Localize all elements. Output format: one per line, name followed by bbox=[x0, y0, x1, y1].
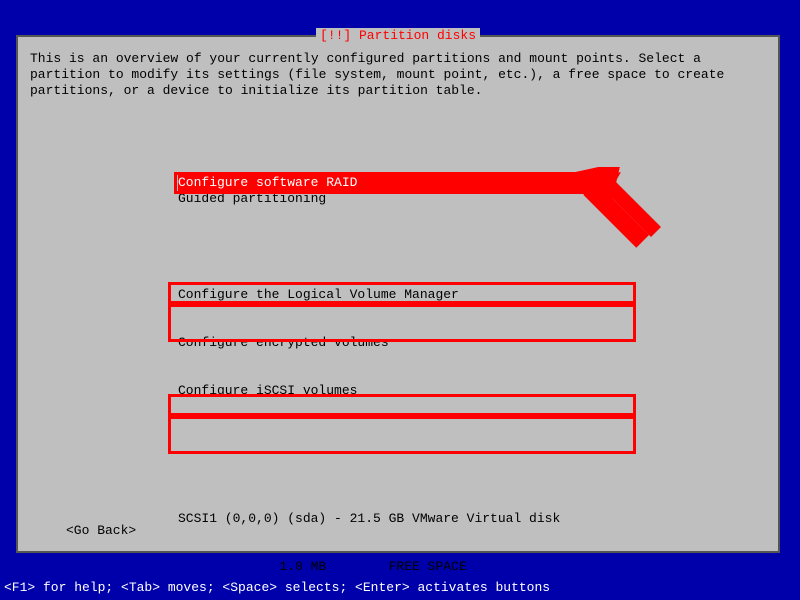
selected-highlight: Configure software RAID bbox=[178, 175, 594, 191]
dialog-title-bar: [!!] Partition disks bbox=[18, 28, 778, 44]
menu-item-configure-encrypted[interactable]: Configure encrypted volumes bbox=[178, 335, 766, 351]
help-footer-text: <F1> for help; <Tab> moves; <Space> sele… bbox=[4, 580, 550, 596]
menu-item-guided[interactable]: Guided partitioning bbox=[178, 191, 766, 207]
menu-item-configure-lvm[interactable]: Configure the Logical Volume Manager bbox=[178, 287, 766, 303]
intro-text: This is an overview of your currently co… bbox=[30, 51, 766, 99]
disk-sda-header[interactable]: SCSI1 (0,0,0) (sda) - 21.5 GB VMware Vir… bbox=[178, 511, 766, 527]
spacer bbox=[178, 447, 766, 463]
installer-screen: [!!] Partition disks This is an overview… bbox=[0, 0, 800, 600]
partition-dialog: [!!] Partition disks This is an overview… bbox=[16, 35, 780, 553]
action-menu: Guided partitioning Configure software R… bbox=[178, 159, 766, 600]
go-back-button[interactable]: <Go Back> bbox=[66, 523, 136, 539]
selected-menu-label: Configure software RAID bbox=[178, 175, 357, 190]
menu-item-configure-iscsi[interactable]: Configure iSCSI volumes bbox=[178, 383, 766, 399]
dialog-title: [!!] Partition disks bbox=[316, 28, 480, 43]
help-footer: <F1> for help; <Tab> moves; <Space> sele… bbox=[0, 568, 800, 600]
